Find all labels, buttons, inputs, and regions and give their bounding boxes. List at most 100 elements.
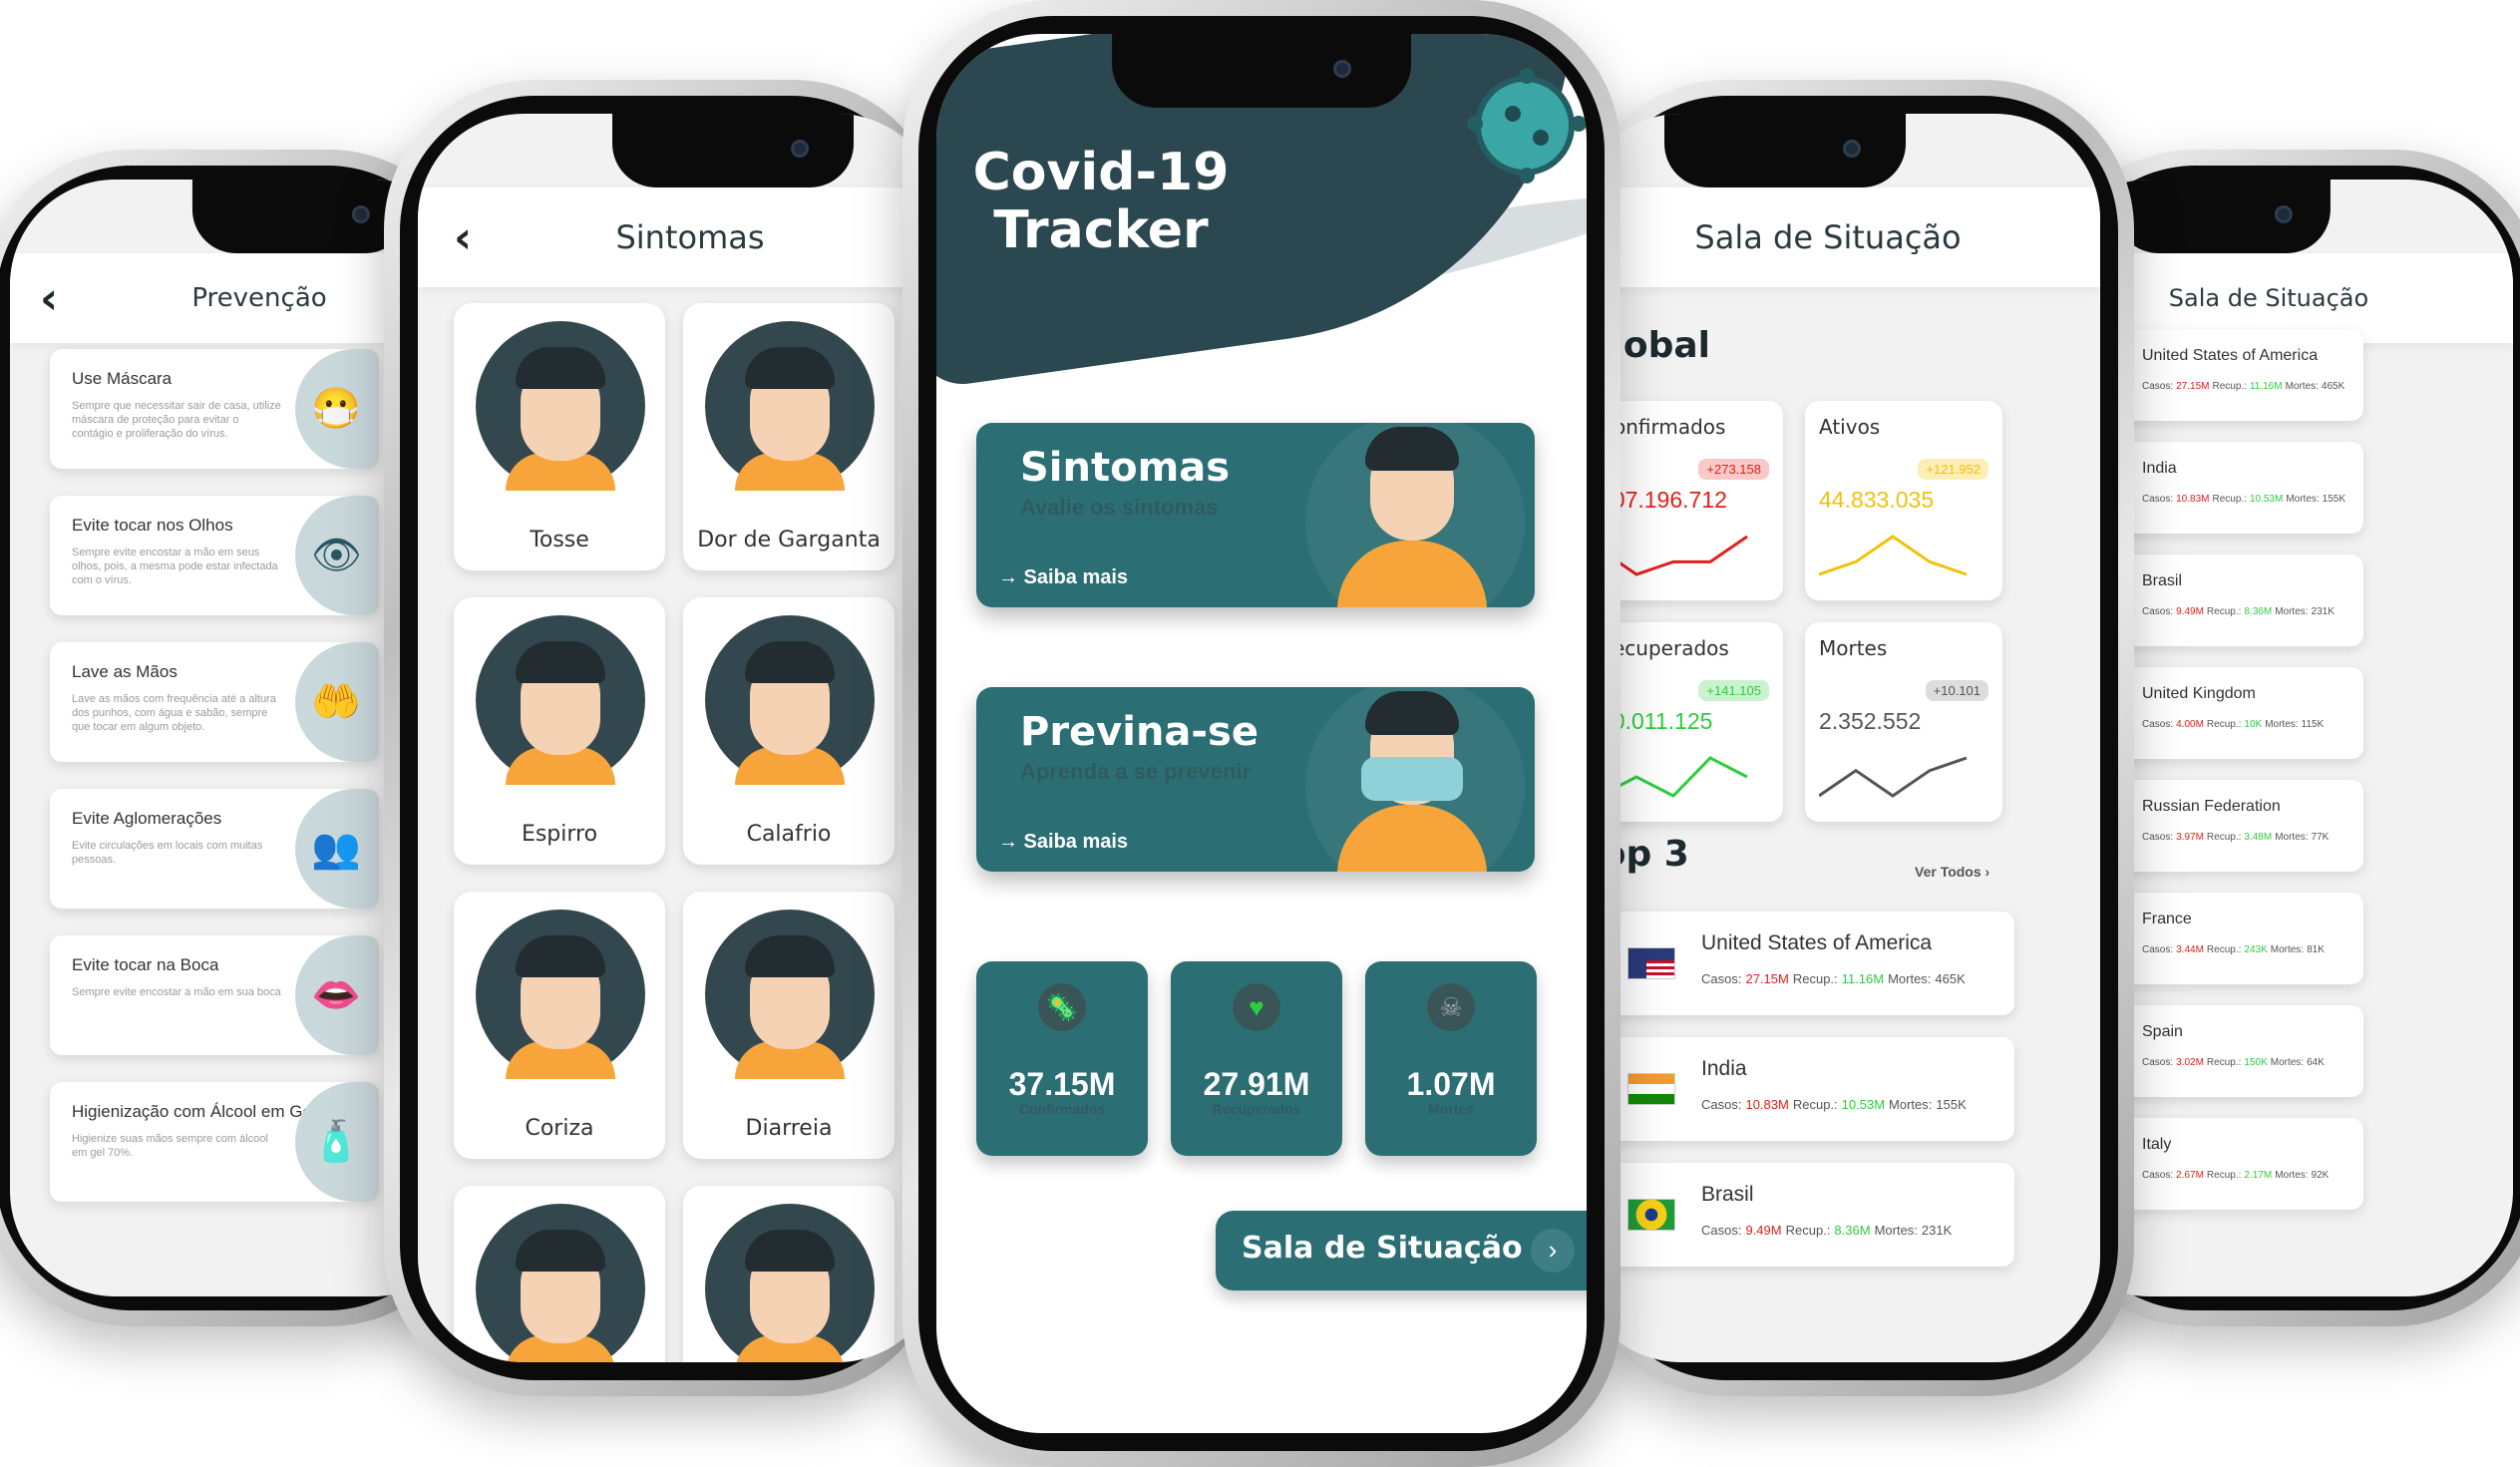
front-camera	[790, 140, 809, 158]
stat-casos-label: Casos:	[2142, 944, 2174, 955]
notch	[1112, 34, 1411, 108]
prevencao-card[interactable]: Use Máscara Sempre que necessitar sair de…	[50, 349, 379, 469]
kpi-delta-badge: +10.101	[1925, 680, 1988, 701]
card-description: Evite circulações em locais com muitas p…	[72, 840, 263, 866]
kpi-delta-badge: +273.158	[1698, 459, 1769, 480]
country-name: France	[2142, 911, 2192, 927]
stat-recup: 8.36M	[2244, 606, 2273, 617]
stat-mortes: 465K	[2321, 381, 2345, 392]
stat-casos: 27.15M	[1745, 971, 1789, 986]
symptom-illustration	[476, 1204, 645, 1362]
card-title: Use Máscara	[72, 369, 173, 388]
sparkline-path	[1600, 535, 1748, 576]
stat-card[interactable]: 🦠 37.15M Confirmados	[976, 961, 1148, 1156]
top-country-card[interactable]: Brasil Casos: 9.49M Recup.: 8.36M Mortes: 231K	[1606, 1163, 2014, 1267]
kpi-card[interactable]: Ativos +121.952 44.833.035	[1805, 401, 2002, 600]
country-stats: Casos: 4.00M Recup.: 10K Mortes: 115K	[2142, 719, 2327, 730]
back-icon[interactable]: ‹	[454, 212, 472, 263]
country-name: United States of America	[2142, 347, 2319, 364]
notch	[2114, 180, 2331, 253]
front-camera	[2274, 205, 2293, 223]
country-stats: Casos: 9.49M Recup.: 8.36M Mortes: 231K	[1701, 1223, 1956, 1238]
stat-card[interactable]: ♥ 27.91M Recuperados	[1171, 961, 1342, 1156]
stat-mortes-label: Mortes:	[2275, 832, 2309, 843]
prevencao-card[interactable]: Evite tocar nos Olhos Sempre evite encost…	[50, 496, 379, 615]
sparkline-path	[1600, 756, 1748, 798]
kpi-card[interactable]: Mortes +10.101 2.352.552	[1805, 622, 2002, 822]
symptom-card[interactable]: Dor de Garganta	[683, 303, 895, 570]
country-stats: Casos: 10.83M Recup.: 10.53M Mortes: 155K	[1701, 1097, 1971, 1112]
stat-casos: 4.00M	[2176, 719, 2204, 730]
symptom-illustration	[476, 615, 645, 785]
symptom-card[interactable]	[454, 1186, 665, 1362]
country-stats: Casos: 27.15M Recup.: 11.16M Mortes: 465K	[2142, 381, 2347, 392]
stat-mortes: 155K	[1936, 1097, 1967, 1112]
stat-recup: 10.53M	[1841, 1097, 1886, 1112]
symptom-card[interactable]: Espirro	[454, 597, 665, 865]
prevention-icon: 🤲	[295, 642, 379, 762]
saiba-mais-link[interactable]: → Saiba mais	[998, 831, 1128, 854]
card-title: Previna-se	[1020, 709, 1259, 755]
top-country-card[interactable]: United States of America Casos: 27.15M Recu…	[1606, 912, 2014, 1015]
page-title: Sala de Situação	[2168, 284, 2369, 312]
symptom-label: Diarreia	[745, 1116, 833, 1141]
symptom-label: Tosse	[530, 528, 589, 552]
symptom-card[interactable]: Diarreia	[683, 892, 895, 1159]
country-stats: Casos: 3.02M Recup.: 150K Mortes: 64K	[2142, 1057, 2328, 1068]
stat-card[interactable]: ☠ 1.07M Mortes	[1365, 961, 1537, 1156]
prevention-glyph: 👥	[311, 827, 361, 871]
back-icon[interactable]: ‹	[40, 273, 58, 324]
prevencao-card[interactable]: Lave as Mãos Lave as mãos com frequência …	[50, 642, 379, 762]
symptom-card[interactable]: Tosse	[454, 303, 665, 570]
stat-icon: ☠	[1427, 983, 1475, 1031]
stat-recup: 2.17M	[2244, 1170, 2273, 1181]
prevencao-card[interactable]: Evite Aglomerações Evite circulações em l…	[50, 789, 379, 909]
prevention-icon: 👄	[295, 935, 379, 1055]
notch	[1664, 114, 1907, 187]
symptom-card[interactable]: Calafrio	[683, 597, 895, 865]
card-title: Evite tocar na Boca	[72, 955, 219, 974]
saiba-mais-link[interactable]: → Saiba mais	[998, 566, 1128, 589]
stat-recup: 10K	[2244, 719, 2263, 730]
stat-recup-label: Recup.:	[1792, 971, 1838, 986]
sintomas-screen: ‹ Sintomas Tosse Dor de Garganta Espirro Ca…	[418, 114, 942, 1362]
stat-mortes: 231K	[2311, 606, 2335, 617]
kpi-sparkline	[1600, 756, 1748, 798]
stat-recup: 150K	[2244, 1057, 2268, 1068]
stat-recup: 243K	[2244, 944, 2268, 955]
sala-de-situacao-button[interactable]: Sala de Situação ›	[1216, 1211, 1587, 1290]
country-name: United Kingdom	[2142, 685, 2256, 702]
card-subtitle: Avalie os sintomas	[1020, 495, 1219, 520]
prevention-glyph: 👄	[311, 973, 361, 1017]
prevencao-card[interactable]: Higienização com Álcool em Gel Higienize …	[50, 1082, 379, 1202]
previna-se-card[interactable]: Previna-se Aprenda a se prevenir → Saiba…	[976, 687, 1535, 872]
sintomas-card[interactable]: Sintomas Avalie os sintomas → Saiba mais	[976, 423, 1535, 607]
prevention-icon: 🧴	[295, 1082, 379, 1202]
stat-recup-label: Recup.:	[2212, 381, 2247, 392]
notch	[192, 180, 409, 253]
kpi-delta-badge: +121.952	[1918, 459, 1988, 480]
prevencao-card[interactable]: Evite tocar na Boca Sempre evite encostar…	[50, 935, 379, 1055]
prevention-glyph: 🧴	[311, 1120, 361, 1164]
stat-mortes-label: Mortes:	[1874, 1223, 1918, 1238]
stat-casos: 3.97M	[2176, 832, 2204, 843]
page-title: Sintomas	[615, 218, 765, 256]
country-stats: Casos: 2.67M Recup.: 2.17M Mortes: 92K	[2142, 1170, 2332, 1181]
kpi-sparkline	[1819, 535, 1968, 576]
stat-icon: ♥	[1233, 983, 1280, 1031]
stat-casos: 3.44M	[2176, 944, 2204, 955]
stat-recup-label: Recup.:	[2206, 1057, 2242, 1068]
top-country-card[interactable]: India Casos: 10.83M Recup.: 10.53M Mortes: 155…	[1606, 1037, 2014, 1141]
sparkline-path	[1819, 756, 1968, 798]
stat-casos-label: Casos:	[2142, 381, 2174, 392]
symptom-card[interactable]: Coriza	[454, 892, 665, 1159]
sintomas-header: ‹ Sintomas	[418, 187, 942, 287]
country-stats: Casos: 27.15M Recup.: 11.16M Mortes: 465K	[1701, 971, 1970, 986]
front-camera	[1843, 140, 1862, 158]
stat-mortes-label: Mortes:	[2275, 1170, 2309, 1181]
symptom-card[interactable]	[683, 1186, 895, 1362]
stat-casos-label: Casos:	[1701, 1223, 1742, 1238]
ver-todos-link[interactable]: Ver Todos ›	[1915, 864, 1989, 880]
country-name: Brasil	[2142, 572, 2183, 589]
stat-casos: 27.15M	[2176, 381, 2210, 392]
